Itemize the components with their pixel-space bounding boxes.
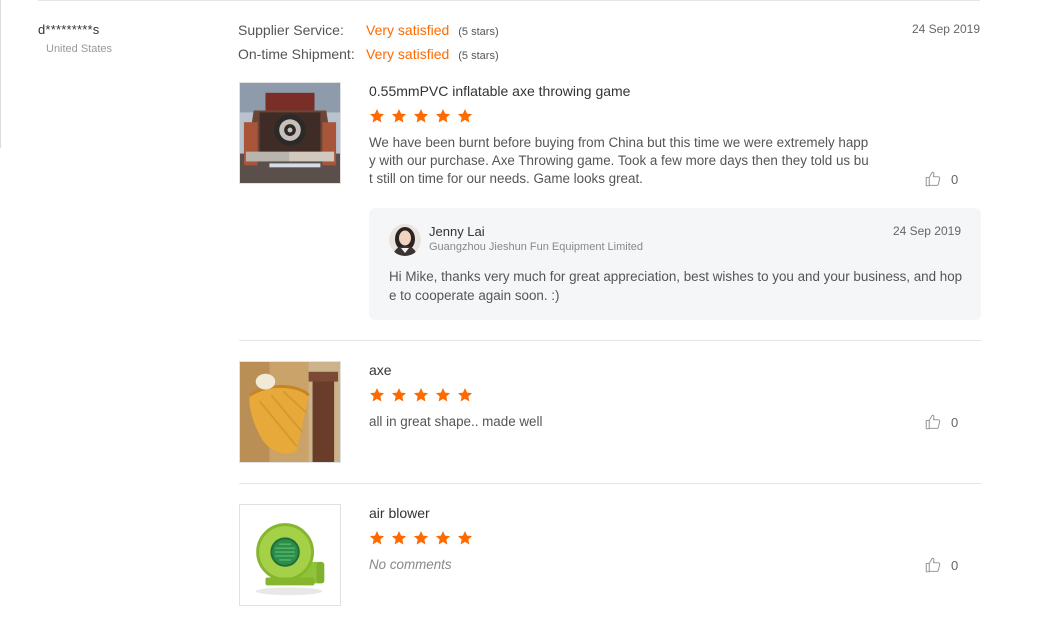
star-icon (413, 531, 429, 545)
thumbs-up-icon (925, 171, 941, 187)
star-icon (391, 109, 407, 123)
rating-value: Very satisfied (366, 46, 450, 62)
buyer-country: United States (46, 43, 113, 55)
product-review-body: air blower No comments (369, 504, 869, 574)
product-review: 0.55mmPVC inflatable axe throwing game W… (239, 82, 981, 192)
air-blower-image[interactable] (239, 504, 341, 606)
review-date: 24 Sep 2019 (911, 22, 980, 36)
overall-ratings: Supplier Service: Very satisfied (5 star… (238, 22, 499, 70)
star-rating (369, 530, 869, 550)
star-icon (435, 388, 451, 402)
product-title[interactable]: axe (369, 361, 869, 379)
left-border (0, 0, 1, 148)
divider (239, 340, 981, 341)
divider (239, 483, 981, 484)
reply-company: Guangzhou Jieshun Fun Equipment Limited (429, 241, 644, 253)
like-button[interactable]: 0 (924, 413, 958, 431)
inflatable-axe-image[interactable] (239, 361, 341, 463)
rating-row-supplier-service: Supplier Service: Very satisfied (5 star… (238, 22, 499, 46)
rating-row-ontime-shipment: On-time Shipment: Very satisfied (5 star… (238, 46, 499, 70)
star-icon (391, 388, 407, 402)
star-icon (391, 531, 407, 545)
rating-value: Very satisfied (366, 22, 450, 38)
thumbs-up-icon (925, 414, 941, 430)
product-title[interactable]: air blower (369, 504, 869, 522)
reply-author-name: Jenny Lai (429, 224, 485, 239)
rating-label: On-time Shipment: (238, 46, 355, 62)
buyer-info: d*********s United States (38, 22, 112, 55)
star-rating (369, 108, 869, 128)
avatar (389, 224, 421, 256)
rating-stars-text: (5 stars) (458, 26, 499, 38)
review-text: No comments (369, 557, 452, 572)
star-icon (435, 109, 451, 123)
like-count: 0 (951, 171, 959, 187)
reply-date: 24 Sep 2019 (892, 224, 961, 238)
review-text: We have been burnt before buying from Ch… (369, 135, 869, 186)
like-button[interactable]: 0 (924, 170, 958, 188)
star-icon (457, 531, 473, 545)
star-icon (369, 109, 385, 123)
reply-text: Hi Mike, thanks very much for great appr… (389, 269, 963, 303)
supplier-reply: Jenny Lai Guangzhou Jieshun Fun Equipmen… (369, 208, 981, 320)
rating-label: Supplier Service: (238, 22, 344, 38)
like-count: 0 (951, 414, 959, 430)
rating-stars-text: (5 stars) (458, 50, 499, 62)
top-divider (38, 0, 980, 1)
product-review: axe all in great shape.. made well 0 (239, 361, 981, 463)
star-icon (413, 109, 429, 123)
like-button[interactable]: 0 (924, 556, 958, 574)
product-review: air blower No comments 0 (239, 504, 981, 606)
star-icon (369, 531, 385, 545)
star-icon (413, 388, 429, 402)
product-review-body: axe all in great shape.. made well (369, 361, 869, 431)
star-rating (369, 387, 869, 407)
star-icon (457, 109, 473, 123)
like-count: 0 (951, 557, 959, 573)
inflatable-axe-throwing-game-image[interactable] (239, 82, 341, 184)
star-icon (457, 388, 473, 402)
buyer-name: d*********s (38, 22, 100, 37)
star-icon (369, 388, 385, 402)
review-text: all in great shape.. made well (369, 414, 543, 429)
product-review-body: 0.55mmPVC inflatable axe throwing game W… (369, 82, 869, 188)
thumbs-up-icon (925, 557, 941, 573)
product-title[interactable]: 0.55mmPVC inflatable axe throwing game (369, 82, 869, 100)
star-icon (435, 531, 451, 545)
